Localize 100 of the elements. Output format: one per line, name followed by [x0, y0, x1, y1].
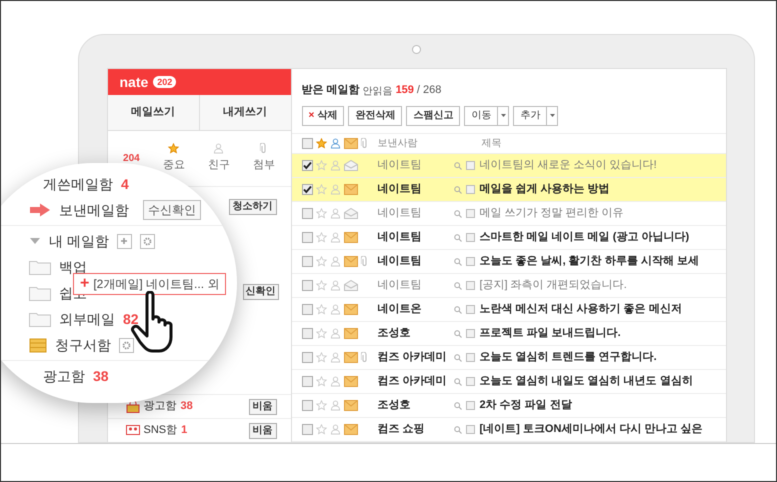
compose-button[interactable]: 내게쓰기 — [198, 95, 290, 130]
settings-icon[interactable] — [119, 338, 134, 352]
checkbox[interactable] — [302, 424, 312, 435]
checkbox[interactable] — [302, 208, 312, 219]
mail-row[interactable]: 네이트온 노란색 메신저 대신 사용하기 좋은 메신저 — [292, 298, 726, 322]
column-header[interactable]: 제목 — [454, 136, 502, 152]
triangle-icon[interactable] — [29, 236, 41, 246]
star-icon[interactable] — [316, 424, 326, 435]
preview-icon[interactable] — [466, 281, 474, 290]
star-icon[interactable] — [316, 232, 326, 243]
column-header[interactable]: 보낸사람 — [374, 136, 454, 152]
toolbar-button[interactable]: 추가 — [513, 106, 548, 126]
search-icon[interactable] — [454, 234, 462, 242]
dropdown-button[interactable] — [498, 106, 510, 126]
compose-button[interactable]: 메일쓰기 — [108, 95, 198, 130]
mailbox-label[interactable]: 내 메일함 — [49, 230, 109, 252]
mailbox-label[interactable]: 청구서함 — [55, 334, 111, 356]
preview-icon[interactable] — [466, 329, 474, 338]
dropdown-button[interactable] — [547, 106, 558, 126]
search-icon[interactable] — [454, 306, 462, 314]
paperclip-icon — [360, 256, 368, 267]
star-icon[interactable] — [316, 160, 326, 171]
checkbox[interactable] — [302, 232, 312, 243]
preview-icon[interactable] — [466, 161, 474, 170]
search-icon[interactable] — [454, 354, 462, 362]
star-icon[interactable] — [316, 208, 326, 219]
toolbar-button[interactable]: 완전삭제 — [348, 106, 402, 126]
search-icon[interactable] — [454, 282, 462, 290]
checkbox[interactable] — [302, 376, 312, 387]
search-icon[interactable] — [454, 162, 462, 170]
preview-icon[interactable] — [466, 401, 474, 410]
preview-icon[interactable] — [466, 257, 474, 266]
star-icon[interactable] — [316, 184, 326, 195]
mail-row[interactable]: 네이트팀 [공지] 좌측이 개편되었습니다. — [292, 274, 726, 298]
checkbox[interactable] — [302, 184, 312, 195]
checkbox[interactable] — [302, 256, 312, 267]
mailbox-label[interactable]: 외부메일 — [59, 308, 115, 330]
preview-icon[interactable] — [466, 233, 474, 242]
mailbox-label[interactable]: 게쓴메일함 — [43, 174, 113, 194]
preview-icon[interactable] — [466, 305, 474, 314]
mail-row[interactable]: 네이트팀 메일을 쉽게 사용하는 방법 — [292, 178, 726, 202]
delete-button[interactable]: × 삭제 — [302, 106, 344, 126]
preview-icon[interactable] — [466, 377, 474, 386]
preview-icon[interactable] — [466, 185, 474, 194]
mail-row[interactable]: 네이트팀 스마트한 메일 네이트 메일 (광고 아닙니다) — [292, 226, 726, 250]
read-receipt-button[interactable]: 신확인 — [242, 284, 278, 300]
mailbox-label[interactable]: SNS함 — [144, 422, 178, 439]
search-icon[interactable] — [454, 210, 462, 218]
mailbox-label[interactable]: 광고함 — [43, 366, 85, 386]
star-icon[interactable] — [316, 304, 326, 315]
mail-row[interactable]: 조성호 프로젝트 파일 보내드립니다. — [292, 322, 726, 346]
mail-row[interactable]: 네이트팀 오늘도 좋은 날씨, 활기찬 하루를 시작해 보세 — [292, 250, 726, 274]
star-icon[interactable] — [316, 352, 326, 363]
mailbox-label[interactable]: 광고함 — [144, 398, 176, 415]
empty-button[interactable]: 비움 — [248, 422, 276, 438]
filter-tab[interactable]: 중요 — [162, 157, 185, 174]
checkbox[interactable] — [302, 352, 312, 363]
filter-tab[interactable]: 친구 — [208, 157, 230, 174]
search-icon[interactable] — [454, 378, 462, 386]
add-icon[interactable] — [116, 234, 132, 248]
star-icon[interactable] — [316, 256, 326, 267]
filter-tab[interactable]: 첨부 — [252, 157, 275, 174]
person-icon — [330, 424, 340, 435]
checkbox[interactable] — [302, 304, 312, 315]
preview-icon[interactable] — [466, 425, 474, 434]
preview-icon[interactable] — [466, 353, 474, 362]
checkbox[interactable] — [302, 138, 312, 150]
mail-row[interactable]: 조성호 2차 수정 파일 전달 — [292, 394, 726, 418]
search-icon[interactable] — [454, 426, 462, 434]
mail-row[interactable]: 컴즈 쇼핑 [네이트] 토크ON세미나에서 다시 만나고 싶은 — [292, 418, 726, 442]
toolbar-button[interactable]: 스팸신고 — [406, 106, 460, 126]
paperclip-icon — [360, 352, 368, 363]
search-icon[interactable] — [454, 402, 462, 410]
mailbox-label[interactable]: 보낸메일함 — [59, 200, 129, 220]
preview-icon[interactable] — [466, 209, 474, 218]
search-icon[interactable] — [454, 258, 462, 266]
search-icon[interactable] — [454, 186, 462, 194]
search-icon[interactable] — [454, 330, 462, 338]
clean-button[interactable]: 청소하기 — [228, 198, 276, 214]
mail-row[interactable]: 네이트팀 메일 쓰기가 정말 편리한 이유 — [292, 202, 726, 226]
checkbox[interactable] — [302, 400, 312, 411]
toolbar-button[interactable]: 이동 — [464, 106, 498, 126]
sender-cell-text: 네이트팀 — [376, 254, 422, 270]
star-icon[interactable] — [316, 138, 326, 150]
mail-row[interactable]: 컴즈 아카데미 오늘도 열심히 트렌드를 연구합니다. — [292, 346, 726, 370]
checkbox[interactable] — [302, 328, 312, 339]
star-icon[interactable] — [168, 143, 180, 154]
settings-icon[interactable] — [140, 234, 155, 248]
mail-row[interactable]: 네이트팀 네이트팀의 새로운 소식이 있습니다! — [292, 154, 726, 178]
checkbox[interactable] — [302, 160, 312, 171]
empty-button[interactable]: 비움 — [248, 398, 276, 414]
person-icon — [330, 304, 340, 315]
read-receipt-button[interactable]: 수신확인 — [143, 200, 201, 220]
logo[interactable]: nate — [120, 72, 148, 92]
star-icon[interactable] — [316, 280, 326, 291]
mail-row[interactable]: 컴즈 아카데미 오늘도 열심히 내일도 열심히 내년도 열심히 — [292, 370, 726, 394]
star-icon[interactable] — [316, 376, 326, 387]
star-icon[interactable] — [316, 400, 326, 411]
checkbox[interactable] — [302, 280, 312, 291]
star-icon[interactable] — [316, 328, 326, 339]
